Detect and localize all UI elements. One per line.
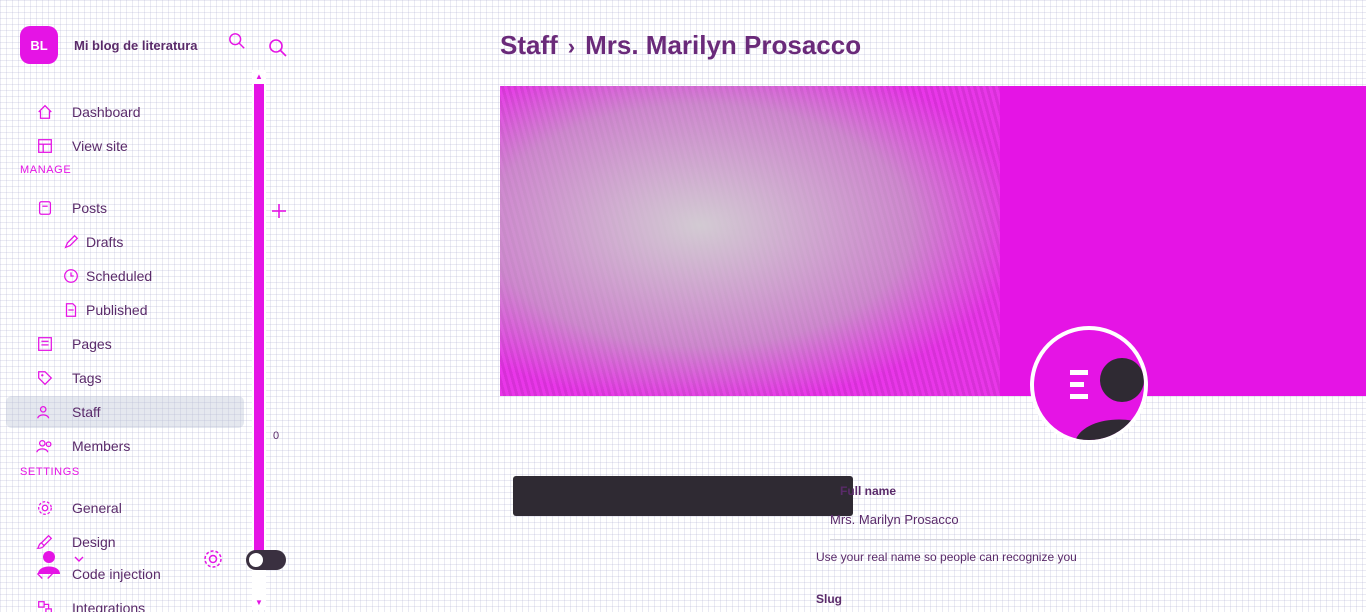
sidebar-item-label: General [72,500,122,516]
sidebar-footer [0,540,300,580]
full-name-help: Use your real name so people can recogni… [816,550,1077,564]
integrations-icon [38,601,52,612]
sidebar-item-label: Posts [72,200,108,216]
sidebar-item-label: Tags [72,370,102,386]
gear-icon [38,501,52,515]
dark-mode-toggle[interactable] [246,550,286,570]
sidebar-item-label: Scheduled [86,268,153,284]
brand[interactable]: BL Mi blog de literatura [20,26,198,64]
sidebar-item-scheduled[interactable]: Scheduled [6,260,244,292]
sidebar-item-label: View site [72,138,128,154]
sidebar-item-members[interactable]: Members [6,430,244,462]
manage-section-label: MANAGE [20,164,72,176]
page-title: Mrs. Marilyn Prosacco [585,30,862,60]
sidebar: BL Mi blog de literatura Dashboard View … [0,0,266,612]
breadcrumb-separator-icon: › [567,34,576,59]
search-icon[interactable] [228,32,246,50]
blog-title: Mi blog de literatura [74,37,198,53]
clock-icon [64,269,78,283]
breadcrumb-staff-link[interactable]: Staff [500,30,558,61]
sidebar-item-label: Published [86,302,148,318]
sidebar-scrollbar[interactable]: ▲ ▼ [252,70,266,610]
slug-label: Slug [816,592,842,606]
user-avatar[interactable] [36,548,62,574]
scroll-up-arrow-icon[interactable]: ▲ [254,72,264,82]
members-icon [36,439,52,453]
sidebar-item-published[interactable]: Published [6,294,244,326]
settings-section-label: SETTINGS [20,466,80,478]
scrollbar-thumb[interactable] [254,84,264,564]
sidebar-item-drafts[interactable]: Drafts [6,226,244,258]
profile-avatar[interactable] [1030,326,1148,444]
scroll-down-arrow-icon[interactable]: ▼ [254,598,264,608]
document-icon [65,303,77,317]
post-icon [38,201,52,215]
sidebar-item-integrations[interactable]: Integrations [6,592,244,612]
sidebar-item-general[interactable]: General [6,492,244,524]
full-name-field: Full name Mrs. Marilyn Prosacco Use your… [816,484,1366,564]
sidebar-item-staff[interactable]: Staff [6,396,244,428]
full-name-label: Full name [840,484,897,498]
sidebar-item-label: Staff [72,404,101,420]
add-icon[interactable] [270,202,288,220]
pages-icon [38,337,52,351]
redacted-block [513,476,853,516]
sidebar-item-pages[interactable]: Pages [6,328,244,360]
tag-icon [38,371,53,386]
sidebar-item-view-site[interactable]: View site [6,130,244,162]
list-search-icon[interactable] [268,38,288,58]
home-icon [38,104,52,119]
sidebar-item-posts[interactable]: Posts [6,192,244,224]
sidebar-item-label: Dashboard [72,104,141,120]
sidebar-item-label: Drafts [86,234,124,250]
settings-gear-icon[interactable] [202,548,224,570]
layout-icon [38,139,52,153]
sidebar-item-label: Integrations [72,600,146,612]
chevron-down-icon[interactable] [72,552,86,566]
blog-logo: BL [20,26,58,64]
profile-avatar-icon [1070,358,1144,440]
sidebar-item-label: Pages [72,336,112,352]
full-name-input[interactable]: Mrs. Marilyn Prosacco [830,512,1360,540]
sidebar-item-label: Members [72,438,131,454]
cover-image[interactable] [500,86,1366,396]
item-count: 0 [273,430,280,442]
breadcrumb: Staff › Mrs. Marilyn Prosacco [500,30,861,61]
pencil-icon [64,234,79,249]
staff-icon [37,405,50,419]
cover-photo [500,86,1000,396]
sidebar-item-dashboard[interactable]: Dashboard [6,96,244,128]
sidebar-item-tags[interactable]: Tags [6,362,244,394]
